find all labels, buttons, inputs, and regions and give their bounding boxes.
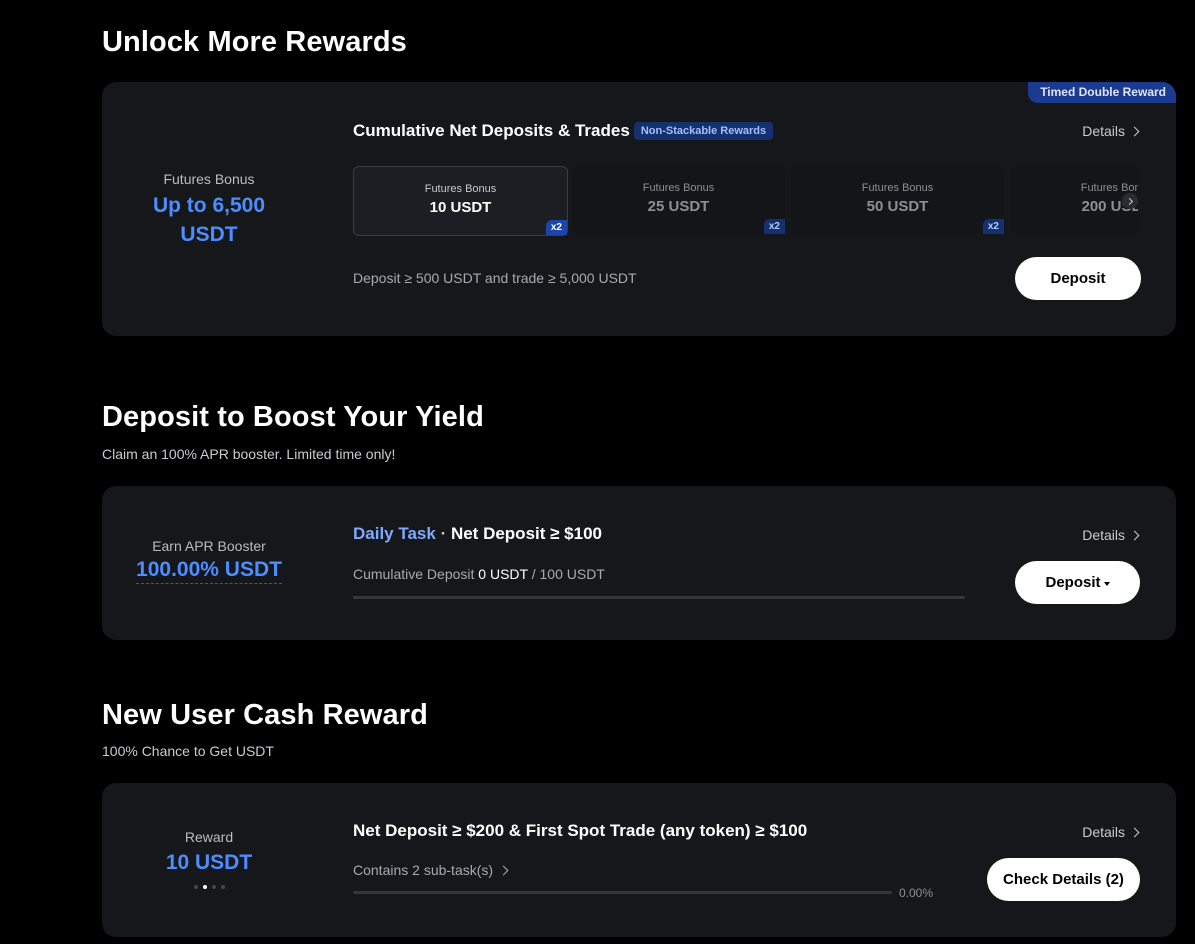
carousel-dot[interactable]	[202, 885, 207, 889]
task-title-cumulative: Cumulative Net Deposits & Trades Non-Stac…	[353, 121, 774, 141]
chevron-right-icon	[1125, 197, 1133, 206]
tier-value: 25 USDT	[647, 198, 710, 215]
futures-bonus-summary: Futures Bonus Up to 6,500 USDT	[102, 171, 316, 249]
carousel-dots[interactable]	[102, 885, 316, 889]
tier-label: Futures Bonus	[1080, 182, 1138, 194]
chevron-right-icon	[1129, 827, 1140, 838]
deposit-button[interactable]: Deposit	[1015, 257, 1141, 300]
deposit-dropdown-button[interactable]: Deposit	[1015, 561, 1140, 604]
timed-double-reward-badge: Timed Double Reward	[1028, 82, 1176, 103]
carousel-next-button[interactable]	[1122, 193, 1138, 209]
apr-booster-value[interactable]: 100.00% USDT	[136, 557, 282, 584]
tier-value: 50 USDT	[866, 198, 929, 215]
section-title-unlock-rewards: Unlock More Rewards	[102, 26, 407, 58]
tier-option-25[interactable]: Futures Bonus 25 USDT x2	[572, 166, 785, 234]
rewards-page: Unlock More Rewards Timed Double Reward …	[0, 0, 1195, 944]
chevron-right-icon	[1129, 126, 1140, 137]
reward-label: Reward	[184, 829, 234, 845]
task-title-daily: Daily Task · Net Deposit ≥ $100	[353, 524, 602, 544]
carousel-dot[interactable]	[193, 885, 198, 889]
deposit-button-label: Deposit	[1045, 574, 1101, 591]
section-subtitle-cash-reward: 100% Chance to Get USDT	[102, 743, 274, 759]
reward-tier-carousel: Futures Bonus 10 USDT x2 Futures Bonus 2…	[353, 166, 1138, 236]
futures-bonus-card: Timed Double Reward Futures Bonus Up to …	[102, 82, 1176, 336]
futures-bonus-label: Futures Bonus	[163, 171, 255, 187]
chevron-right-icon	[1129, 530, 1140, 541]
multiplier-badge: x2	[763, 219, 785, 234]
chevron-right-icon	[498, 865, 509, 876]
reward-value: 10 USDT	[165, 851, 253, 874]
apr-booster-summary: Earn APR Booster 100.00% USDT	[102, 538, 316, 584]
details-link[interactable]: Details	[1082, 527, 1140, 543]
cumulative-deposit-progress-text: Cumulative Deposit 0 USDT / 100 USDT	[353, 566, 605, 582]
carousel-dot[interactable]	[211, 885, 216, 889]
tier-option-50[interactable]: Futures Bonus 50 USDT x2	[791, 166, 1004, 234]
multiplier-badge: x2	[982, 219, 1004, 234]
tier-option-200[interactable]: Futures Bonus 200 USDT x2	[1010, 166, 1138, 234]
tier-value: 200 USDT	[1081, 198, 1138, 215]
multiplier-badge: x2	[545, 220, 567, 235]
details-link[interactable]: Details	[1082, 123, 1140, 139]
section-subtitle-boost-yield: Claim an 100% APR booster. Limited time …	[102, 446, 396, 462]
details-link[interactable]: Details	[1082, 824, 1140, 840]
task-title-cash-reward: Net Deposit ≥ $200 & First Spot Trade (a…	[353, 821, 808, 840]
deposit-trade-requirement: Deposit ≥ 500 USDT and trade ≥ 5,000 USD…	[353, 270, 637, 286]
daily-task-label: Daily Task	[353, 524, 436, 543]
cash-reward-card: Reward 10 USDT Net Deposit ≥ $200 & Firs…	[102, 783, 1176, 937]
check-details-button[interactable]: Check Details (2)	[987, 858, 1140, 901]
progress-label: Cumulative Deposit	[353, 566, 475, 582]
progress-total: / 100 USDT	[531, 566, 605, 582]
task-separator: ·	[435, 524, 451, 543]
details-label: Details	[1082, 527, 1125, 543]
subtasks-label: Contains 2 sub-task(s)	[353, 862, 494, 878]
tier-label: Futures Bonus	[642, 182, 715, 194]
progress-percent: 0.00%	[899, 886, 934, 900]
task-title-text: Net Deposit ≥ $100	[450, 524, 603, 543]
cash-reward-summary: Reward 10 USDT	[102, 829, 316, 889]
subtasks-link[interactable]: Contains 2 sub-task(s)	[353, 862, 509, 878]
section-title-boost-yield: Deposit to Boost Your Yield	[102, 401, 484, 433]
tier-option-10[interactable]: Futures Bonus 10 USDT x2	[353, 166, 568, 236]
futures-bonus-amount: Up to 6,500 USDT	[152, 194, 266, 246]
progress-current: 0 USDT	[478, 566, 528, 582]
apr-booster-label: Earn APR Booster	[152, 538, 266, 554]
tier-label: Futures Bonus	[424, 183, 497, 195]
deposit-progress-bar	[353, 596, 965, 599]
tier-label: Futures Bonus	[861, 182, 934, 194]
section-title-cash-reward: New User Cash Reward	[102, 699, 428, 731]
task-title-text: Cumulative Net Deposits & Trades	[353, 121, 630, 140]
non-stackable-badge: Non-Stackable Rewards	[633, 122, 774, 140]
cash-reward-progress-bar	[353, 891, 892, 894]
apr-booster-card: Earn APR Booster 100.00% USDT Daily Task…	[102, 486, 1176, 640]
caret-down-icon	[1103, 581, 1110, 586]
details-label: Details	[1082, 123, 1125, 139]
tier-value: 10 USDT	[429, 199, 492, 216]
details-label: Details	[1082, 824, 1125, 840]
carousel-dot[interactable]	[220, 885, 225, 889]
